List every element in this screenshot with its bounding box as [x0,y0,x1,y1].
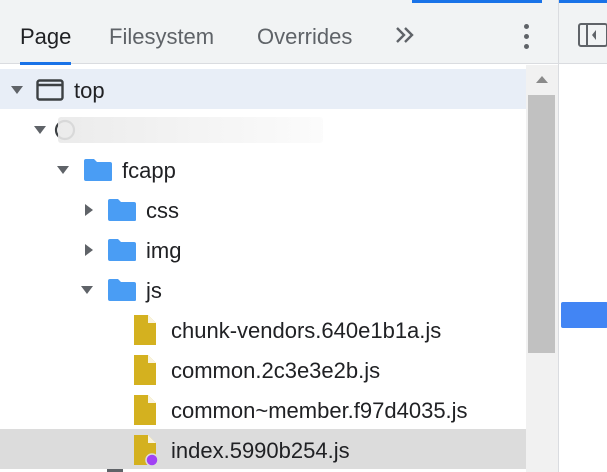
collapse-arrow-icon[interactable] [82,243,96,257]
kebab-menu-icon[interactable] [514,22,538,50]
tree-item-label: index.5990b254.js [171,438,350,463]
status-dot-icon [145,453,159,467]
tree-file-item-selected[interactable]: index.5990b254.js [0,429,526,469]
js-file-icon [134,355,156,385]
folder-icon [108,239,136,261]
folder-icon [107,469,123,472]
tree-item-origin[interactable] [0,109,526,149]
more-tabs-icon[interactable] [394,20,418,50]
tab-filesystem[interactable]: Filesystem [109,0,214,64]
tree-item-top[interactable]: top [0,69,526,109]
tree-item-fcapp[interactable]: fcapp [0,149,526,189]
editor-header [559,0,607,64]
tree-item-js[interactable]: js [0,269,526,309]
tree-file-item[interactable]: common.2c3e3e2b.js [0,349,526,389]
js-file-icon [134,395,156,425]
tree-item-label: css [146,198,179,223]
redacted-origin [58,117,323,143]
highlight-bar [561,302,607,328]
dock-side-icon[interactable] [577,20,607,50]
tree-scrollbar[interactable] [526,65,558,472]
expand-arrow-icon[interactable] [33,123,47,137]
tree-file-item[interactable]: common~member.f97d4035.js [0,389,526,429]
js-file-icon [134,315,156,345]
frame-icon [36,79,64,101]
tree-item-label: img [146,238,182,263]
sources-tree: top fcapp css img js chunk-vendors.640e1… [0,65,526,472]
tab-overrides[interactable]: Overrides [257,0,352,64]
folder-icon [108,279,136,301]
expand-arrow-icon[interactable] [80,283,94,297]
scroll-up-icon[interactable] [534,73,550,85]
expand-arrow-icon[interactable] [10,83,24,97]
tree-item-css[interactable]: css [0,189,526,229]
editor-pane [558,0,607,472]
folder-icon [108,199,136,221]
tree-item-label: common~member.f97d4035.js [171,398,468,423]
navigator-tab-bar: Page Filesystem Overrides [0,0,558,65]
tree-item-label: js [146,278,162,303]
collapse-arrow-icon[interactable] [82,203,96,217]
tree-file-item[interactable]: chunk-vendors.640e1b1a.js [0,309,526,349]
tree-item-label: fcapp [122,158,176,183]
expand-arrow-icon[interactable] [56,163,70,177]
tree-item-label: common.2c3e3e2b.js [171,358,381,383]
tab-indicator [412,0,542,3]
tree-item-label: chunk-vendors.640e1b1a.js [171,318,442,343]
tree-item-img[interactable]: img [0,229,526,269]
tree-item-label: top [74,78,105,103]
folder-icon [84,159,112,181]
tab-page[interactable]: Page [20,0,72,65]
scroll-thumb[interactable] [528,95,555,353]
